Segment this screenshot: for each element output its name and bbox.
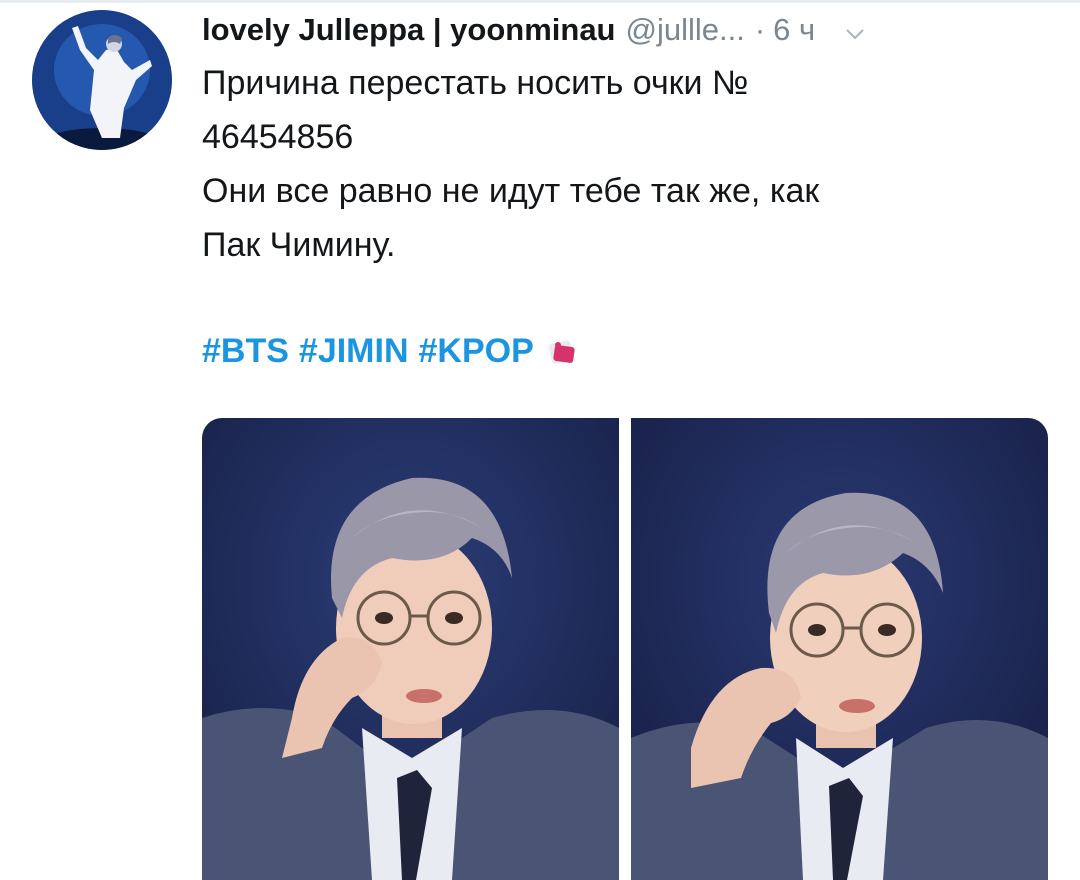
photo-left[interactable]: [202, 418, 619, 880]
timestamp[interactable]: 6 ч: [773, 12, 815, 48]
kpop-sticker-icon: [546, 336, 578, 368]
tweet-text-line: Причина перестать носить очки №: [202, 64, 749, 102]
user-handle[interactable]: @julllе...: [626, 12, 745, 48]
avatar[interactable]: [32, 10, 172, 150]
top-divider: [0, 0, 1080, 3]
hashtag-row: #BTS #JIMIN #KPOP: [202, 332, 578, 371]
hashtag-jimin[interactable]: #JIMIN: [299, 332, 409, 371]
hashtag-bts[interactable]: #BTS: [202, 332, 289, 371]
photo-right[interactable]: [631, 418, 1048, 880]
tweet-text-line: Пак Чимину.: [202, 226, 396, 264]
time-separator: ·: [754, 12, 766, 47]
chevron-down-icon[interactable]: [843, 18, 867, 42]
avatar-image: [32, 10, 172, 150]
display-name[interactable]: lovely Julleppa | yoonminau: [202, 12, 616, 48]
tweet-text-line: 46454856: [202, 118, 354, 156]
tweet-text-line: Они все равно не идут тебе так же, как: [202, 172, 820, 210]
media-grid: [202, 418, 1048, 880]
hashtag-kpop[interactable]: #KPOP: [419, 332, 534, 371]
tweet-header: lovely Julleppa | yoonminau @julllе... ·…: [202, 10, 1052, 50]
tweet-text: Причина перестать носить очки № 46454856…: [202, 56, 1022, 272]
